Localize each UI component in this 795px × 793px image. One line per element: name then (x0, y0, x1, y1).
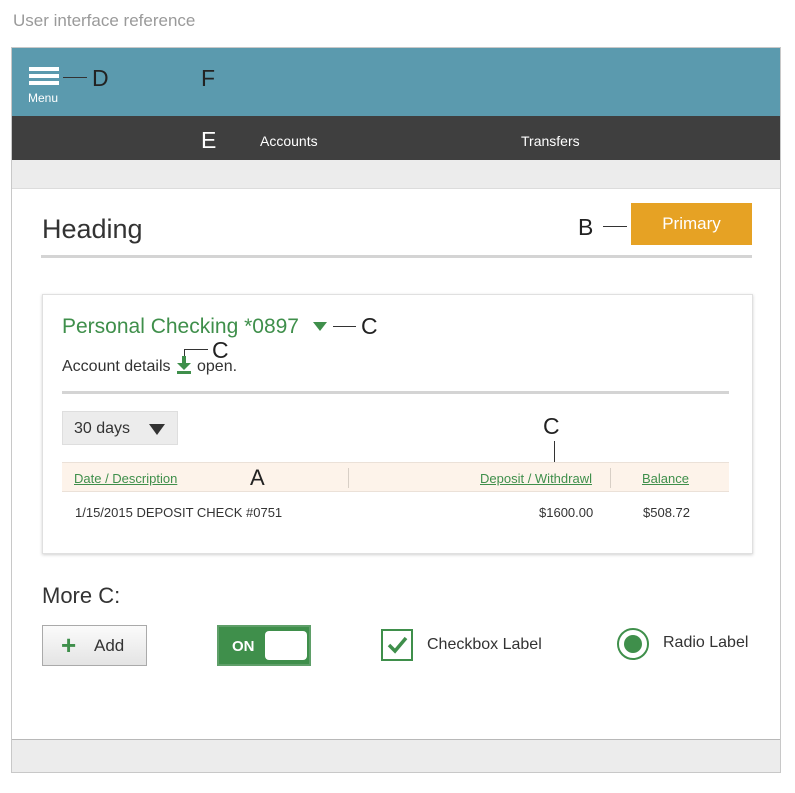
account-card: Personal Checking *0897 C C Account deta… (42, 294, 753, 554)
card-divider (62, 391, 729, 394)
top-bar: Menu (12, 48, 780, 116)
add-button[interactable]: + Add (42, 625, 147, 666)
annotation-c3: C (543, 413, 560, 439)
radio-dot (624, 635, 642, 653)
open-text: open. (197, 358, 238, 375)
footer-bar (12, 739, 780, 772)
annotation-line-c3 (554, 441, 555, 463)
menu-label[interactable]: Menu (28, 91, 58, 105)
checkmark-icon (387, 636, 408, 654)
nav-item-accounts[interactable]: Accounts (260, 133, 318, 149)
add-label: Add (94, 636, 125, 655)
toggle-label: ON (232, 638, 255, 655)
radio-button[interactable] (617, 628, 649, 660)
primary-button[interactable]: Primary (631, 203, 752, 245)
account-details-text: Account details (62, 358, 171, 375)
column-deposit-withdrawl[interactable]: Deposit / Withdrawl (480, 471, 592, 486)
annotation-f: F (201, 65, 216, 91)
row-balance: $508.72 (643, 505, 690, 520)
heading-divider (41, 255, 752, 258)
annotation-line-c2 (184, 349, 208, 350)
annotation-line-b (603, 226, 627, 227)
annotation-d: D (92, 65, 109, 91)
annotation-e: E (201, 127, 217, 153)
reference-caption: User interface reference (13, 11, 196, 30)
row-amount: $1600.00 (539, 505, 594, 520)
column-divider (348, 468, 349, 488)
page-heading: Heading (42, 214, 143, 244)
annotation-a: A (250, 465, 265, 490)
hamburger-icon[interactable] (29, 67, 59, 89)
table-header: Date / Description A Deposit / Withdrawl… (62, 462, 729, 492)
annotation-c1: C (361, 313, 378, 339)
plus-icon: + (61, 630, 77, 660)
row-description: 1/15/2015 DEPOSIT CHECK #0751 (75, 505, 283, 520)
on-off-toggle[interactable]: ON (217, 625, 311, 666)
radio-label[interactable]: Radio Label (663, 634, 748, 652)
annotation-vline-c2 (184, 349, 185, 356)
download-icon[interactable] (176, 356, 192, 374)
checkbox-label[interactable]: Checkbox Label (427, 636, 542, 654)
subheader-bar (12, 160, 780, 189)
date-range-select[interactable]: 30 days (62, 411, 178, 445)
more-heading: More C: (42, 583, 121, 608)
nav-bar: Accounts Transfers (12, 116, 780, 160)
date-range-value: 30 days (74, 420, 131, 437)
annotation-line-d (63, 77, 87, 78)
column-balance[interactable]: Balance (642, 471, 689, 486)
column-divider (610, 468, 611, 488)
column-date-description[interactable]: Date / Description (74, 471, 177, 486)
nav-item-transfers[interactable]: Transfers (521, 133, 580, 149)
annotation-b: B (578, 214, 594, 240)
checkbox[interactable] (381, 629, 413, 661)
caret-down-icon (149, 424, 165, 435)
app-frame: Menu Accounts Transfers D F E Heading B … (11, 47, 781, 773)
caret-down-icon[interactable] (313, 322, 327, 331)
toggle-knob (265, 631, 307, 660)
account-title[interactable]: Personal Checking *0897 (62, 315, 299, 339)
annotation-line-c1 (333, 326, 356, 327)
